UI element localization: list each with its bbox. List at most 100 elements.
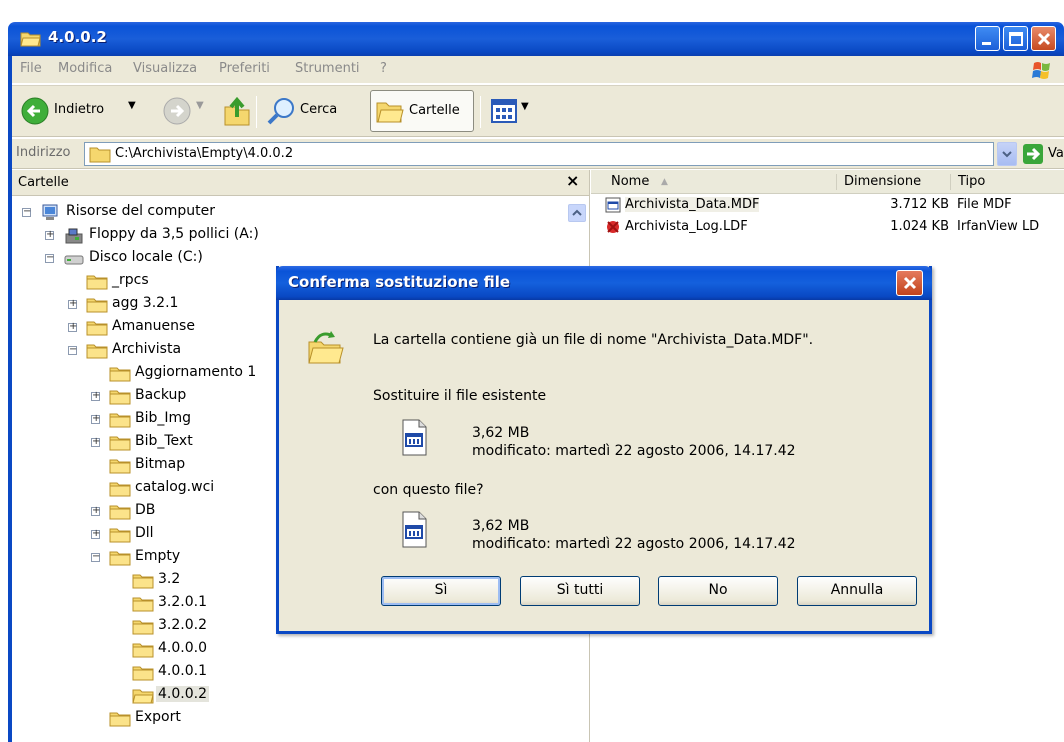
file-type: IrfanView LD bbox=[957, 219, 1040, 234]
back-dropdown-icon[interactable]: ▼ bbox=[128, 100, 136, 111]
close-icon bbox=[1037, 32, 1051, 46]
go-arrow-icon bbox=[1023, 144, 1043, 164]
menu-help[interactable]: ? bbox=[380, 61, 387, 76]
window-titlebar[interactable]: 4.0.0.2 bbox=[8, 22, 1064, 56]
folders-button[interactable]: Cartelle bbox=[370, 90, 474, 132]
views-icon bbox=[491, 99, 517, 123]
go-button[interactable]: Vai bbox=[1020, 142, 1064, 166]
views-button[interactable]: ▼ bbox=[488, 92, 536, 130]
column-header-type[interactable]: Tipo bbox=[958, 174, 985, 189]
dialog-close-button[interactable] bbox=[896, 270, 923, 296]
tree-item[interactable]: 4.0.0.1 bbox=[12, 662, 562, 684]
menu-file[interactable]: File bbox=[20, 61, 42, 76]
window-title: 4.0.0.2 bbox=[48, 28, 107, 46]
folder-icon bbox=[86, 321, 108, 336]
file-name: Archivista_Data.MDF bbox=[625, 197, 760, 212]
collapse-icon[interactable]: − bbox=[68, 344, 77, 355]
tree-item-label: Amanuense bbox=[112, 318, 195, 334]
cancel-button[interactable]: Annulla bbox=[797, 576, 917, 606]
address-input[interactable]: C:\Archivista\Empty\4.0.0.2 bbox=[84, 142, 994, 166]
no-button[interactable]: No bbox=[658, 576, 778, 606]
windows-logo-icon bbox=[1032, 62, 1050, 79]
folders-pane-header: Cartelle × bbox=[12, 170, 589, 196]
address-label: Indirizzo bbox=[16, 145, 71, 160]
folder-icon bbox=[109, 528, 131, 543]
folder-icon bbox=[109, 459, 131, 474]
expand-icon[interactable]: + bbox=[91, 528, 100, 539]
folders-label: Cartelle bbox=[409, 103, 460, 118]
forward-dropdown-icon[interactable]: ▼ bbox=[196, 100, 204, 111]
file-name: Archivista_Log.LDF bbox=[625, 219, 748, 234]
folder-icon bbox=[132, 620, 154, 635]
column-header-name[interactable]: Nome bbox=[611, 174, 649, 189]
expand-icon[interactable]: + bbox=[68, 298, 77, 309]
minimize-button[interactable] bbox=[975, 26, 1000, 51]
mdf-file-icon bbox=[402, 419, 427, 456]
menu-view[interactable]: Visualizza bbox=[133, 61, 197, 76]
minimize-icon bbox=[982, 42, 991, 45]
replace-prompt: Sostituire il file esistente bbox=[373, 388, 547, 404]
tree-item[interactable]: − Risorse del computer bbox=[12, 202, 562, 224]
expand-icon[interactable]: + bbox=[91, 390, 100, 401]
expand-icon[interactable]: + bbox=[68, 321, 77, 332]
tree-item-label: agg 3.2.1 bbox=[112, 295, 179, 311]
forward-button[interactable]: ▼ bbox=[158, 92, 214, 130]
toolbar: Indietro ▼ ▼ Cerca Cartelle ▼ bbox=[12, 85, 1064, 137]
folder-icon bbox=[109, 505, 131, 520]
expand-icon[interactable]: + bbox=[91, 505, 100, 516]
yes-button[interactable]: Sì bbox=[381, 576, 501, 606]
tree-item-label: Risorse del computer bbox=[66, 203, 215, 219]
file-row[interactable]: Archivista_Log.LDF 1.024 KB IrfanView LD bbox=[591, 216, 1064, 238]
folder-replace-icon bbox=[308, 331, 344, 364]
new-file-modified: modificato: martedì 22 agosto 2006, 14.1… bbox=[472, 536, 796, 552]
folder-icon bbox=[86, 344, 108, 359]
irfanview-file-icon bbox=[607, 221, 619, 233]
address-dropdown-button[interactable] bbox=[997, 142, 1017, 166]
tree-item-label: 4.0.0.2 bbox=[156, 686, 209, 702]
tree-item-label: Disco locale (C:) bbox=[89, 249, 203, 265]
existing-file-size: 3,62 MB bbox=[472, 425, 530, 441]
existing-file-modified: modificato: martedì 22 agosto 2006, 14.1… bbox=[472, 443, 796, 459]
expand-icon[interactable]: + bbox=[45, 229, 54, 240]
new-file-size: 3,62 MB bbox=[472, 518, 530, 534]
menu-favorites[interactable]: Preferiti bbox=[219, 61, 270, 76]
tree-item[interactable]: + Floppy da 3,5 pollici (A:) bbox=[12, 225, 562, 247]
mdf-file-icon bbox=[605, 197, 621, 213]
folders-pane-close-button[interactable]: × bbox=[566, 171, 579, 190]
collapse-icon[interactable]: − bbox=[45, 252, 54, 263]
tree-item[interactable]: Export bbox=[12, 708, 562, 730]
back-button[interactable]: Indietro ▼ bbox=[16, 92, 156, 130]
tree-item-label: 4.0.0.1 bbox=[158, 663, 207, 679]
forward-arrow-icon bbox=[163, 97, 191, 125]
expand-icon[interactable]: + bbox=[91, 413, 100, 424]
tree-item[interactable]: 4.0.0.0 bbox=[12, 639, 562, 661]
tree-item-label: 3.2 bbox=[158, 571, 181, 587]
column-header-size[interactable]: Dimensione bbox=[844, 174, 921, 189]
tree-item-label: Bib_Text bbox=[135, 433, 193, 449]
dialog-title: Conferma sostituzione file bbox=[288, 273, 511, 291]
folder-icon bbox=[132, 574, 154, 589]
tree-item-label: Export bbox=[135, 709, 181, 725]
collapse-icon[interactable]: − bbox=[91, 551, 100, 562]
file-row[interactable]: Archivista_Data.MDF 3.712 KB File MDF bbox=[591, 194, 1064, 216]
mdf-file-icon bbox=[402, 511, 427, 548]
file-size: 1.024 KB bbox=[890, 219, 949, 234]
menu-edit[interactable]: Modifica bbox=[58, 61, 112, 76]
search-button[interactable]: Cerca bbox=[264, 92, 374, 130]
up-folder-icon[interactable] bbox=[222, 95, 252, 127]
search-icon bbox=[267, 98, 294, 125]
scrollbar-up-button[interactable] bbox=[568, 204, 586, 222]
drive-icon bbox=[64, 255, 84, 265]
expand-icon[interactable]: + bbox=[91, 436, 100, 447]
folder-open-icon bbox=[132, 689, 154, 704]
tree-item-label: 3.2.0.2 bbox=[158, 617, 207, 633]
menu-tools[interactable]: Strumenti bbox=[295, 61, 360, 76]
tree-item[interactable]: 4.0.0.2 bbox=[12, 685, 562, 707]
close-button[interactable] bbox=[1031, 26, 1056, 51]
dialog-message: La cartella contiene già un file di nome… bbox=[373, 332, 814, 348]
yes-to-all-button[interactable]: Sì tutti bbox=[520, 576, 640, 606]
collapse-icon[interactable]: − bbox=[22, 206, 31, 217]
go-label: Vai bbox=[1048, 146, 1064, 161]
dialog-titlebar[interactable]: Conferma sostituzione file bbox=[276, 266, 932, 300]
maximize-button[interactable] bbox=[1003, 26, 1028, 51]
